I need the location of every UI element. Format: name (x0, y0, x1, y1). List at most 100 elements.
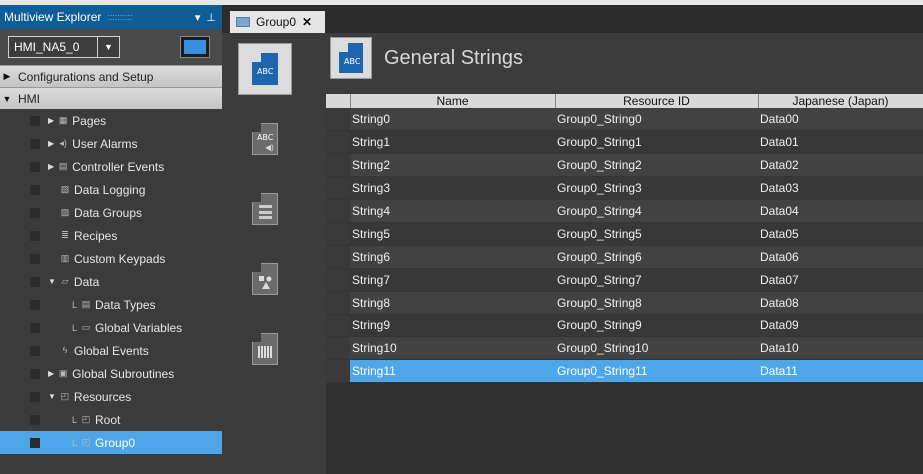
tree-item-global-variables[interactable]: L ▭ Global Variables (0, 316, 222, 339)
tab-group0[interactable]: Group0 ✕ (230, 11, 325, 33)
name-cell[interactable]: String7 (350, 268, 555, 292)
section-hmi[interactable]: ▼ HMI (0, 87, 222, 109)
tree-item-data[interactable]: ▼ ▱ Data (0, 270, 222, 293)
name-cell[interactable]: String2 (350, 153, 555, 178)
row-header[interactable] (326, 268, 350, 292)
resource-id-cell[interactable]: Group0_String2 (555, 153, 758, 178)
resource-id-cell[interactable]: Group0_String11 (555, 359, 758, 384)
tree-item-root[interactable]: L ◰ Root (0, 408, 222, 431)
resource-id-cell[interactable]: Group0_String9 (555, 314, 758, 338)
japanese-cell[interactable]: Data00 (758, 108, 923, 132)
dropdown-arrow-icon[interactable]: ▾ (195, 11, 201, 24)
table-row[interactable]: String7 Group0_String7 Data07 (326, 268, 923, 292)
resource-id-cell[interactable]: Group0_String6 (555, 245, 758, 269)
section-configurations[interactable]: ▶ Configurations and Setup (0, 65, 222, 87)
barcode-resources-button[interactable] (238, 323, 292, 375)
japanese-cell[interactable]: Data06 (758, 245, 923, 269)
table-row[interactable]: String3 Group0_String3 Data03 (326, 176, 923, 201)
table-row[interactable]: String4 Group0_String4 Data04 (326, 199, 923, 223)
name-cell[interactable]: String5 (350, 222, 555, 246)
japanese-cell[interactable]: Data07 (758, 268, 923, 292)
row-header[interactable] (326, 153, 350, 178)
resource-id-cell[interactable]: Group0_String7 (555, 268, 758, 292)
close-icon[interactable]: ✕ (302, 15, 312, 29)
table-corner[interactable] (326, 94, 351, 108)
row-header[interactable] (326, 130, 350, 155)
row-header[interactable] (326, 314, 350, 338)
resource-id-cell[interactable]: Group0_String4 (555, 199, 758, 223)
table-row[interactable]: String1 Group0_String1 Data01 (326, 130, 923, 155)
table-row[interactable]: String9 Group0_String9 Data09 (326, 314, 923, 338)
table-row[interactable]: String0 Group0_String0 Data00 (326, 108, 923, 132)
resource-id-cell[interactable]: Group0_String0 (555, 108, 758, 132)
japanese-cell[interactable]: Data03 (758, 176, 923, 201)
name-cell[interactable]: String1 (350, 130, 555, 155)
japanese-cell[interactable]: Data10 (758, 336, 923, 361)
name-cell[interactable]: String8 (350, 291, 555, 315)
column-header-resource-id[interactable]: Resource ID (555, 94, 759, 108)
table-row[interactable]: String10 Group0_String10 Data10 (326, 336, 923, 361)
resource-id-cell[interactable]: Group0_String10 (555, 336, 758, 361)
tree-item-pages[interactable]: ▶ ▦ Pages (0, 109, 222, 132)
expand-right-icon[interactable]: ▶ (48, 162, 54, 171)
expand-right-icon[interactable]: ▶ (48, 139, 54, 148)
hmi-device-icon[interactable] (180, 36, 210, 58)
japanese-cell[interactable]: Data05 (758, 222, 923, 246)
tree-item-custom-keypads[interactable]: ▥ Custom Keypads (0, 247, 222, 270)
japanese-cell[interactable]: Data01 (758, 130, 923, 155)
audio-strings-button[interactable]: ABC ◀) (238, 113, 292, 165)
pin-icon[interactable]: ⊥ (206, 11, 216, 24)
name-cell[interactable]: String4 (350, 199, 555, 223)
name-cell[interactable]: String10 (350, 336, 555, 361)
japanese-cell[interactable]: Data04 (758, 199, 923, 223)
table-row[interactable]: String2 Group0_String2 Data02 (326, 153, 923, 178)
resource-id-cell[interactable]: Group0_String1 (555, 130, 758, 155)
drag-grip-icon[interactable]: :::::::::: (107, 12, 132, 22)
expand-right-icon[interactable]: ▶ (0, 71, 14, 82)
japanese-cell[interactable]: Data11 (758, 359, 923, 384)
row-header[interactable] (326, 222, 350, 246)
resource-id-cell[interactable]: Group0_String3 (555, 176, 758, 201)
column-header-name[interactable]: Name (350, 94, 556, 108)
tree-item-recipes[interactable]: ≣ Recipes (0, 224, 222, 247)
general-strings-button[interactable]: ABC (238, 43, 292, 95)
chevron-down-icon[interactable]: ▼ (97, 37, 119, 57)
image-resources-button[interactable] (238, 253, 292, 305)
row-header[interactable] (326, 245, 350, 269)
row-header[interactable] (326, 336, 350, 361)
collapse-down-icon[interactable]: ▼ (0, 94, 14, 104)
name-cell[interactable]: String9 (350, 314, 555, 338)
expand-right-icon[interactable]: ▶ (48, 369, 54, 378)
row-header[interactable] (326, 108, 350, 132)
resource-id-cell[interactable]: Group0_String5 (555, 222, 758, 246)
row-header[interactable] (326, 359, 350, 384)
tree-item-data-logging[interactable]: ▧ Data Logging (0, 178, 222, 201)
tree-item-controller-events[interactable]: ▶ ▤ Controller Events (0, 155, 222, 178)
name-cell[interactable]: String11 (350, 359, 555, 384)
collapse-down-icon[interactable]: ▼ (48, 392, 56, 401)
tree-item-global-subroutines[interactable]: ▶ ▣ Global Subroutines (0, 362, 222, 385)
row-header[interactable] (326, 199, 350, 223)
tree-item-data-groups[interactable]: ▨ Data Groups (0, 201, 222, 224)
name-cell[interactable]: String6 (350, 245, 555, 269)
japanese-cell[interactable]: Data08 (758, 291, 923, 315)
tree-item-user-alarms[interactable]: ▶ ◂) User Alarms (0, 132, 222, 155)
resource-id-cell[interactable]: Group0_String8 (555, 291, 758, 315)
name-cell[interactable]: String3 (350, 176, 555, 201)
japanese-cell[interactable]: Data02 (758, 153, 923, 178)
table-row[interactable]: String8 Group0_String8 Data08 (326, 291, 923, 315)
tree-item-global-events[interactable]: ϟ Global Events (0, 339, 222, 362)
row-header[interactable] (326, 176, 350, 201)
collapse-down-icon[interactable]: ▼ (48, 277, 56, 286)
expand-right-icon[interactable]: ▶ (48, 116, 54, 125)
tree-item-group0[interactable]: L ◰ Group0 (0, 431, 222, 454)
table-row[interactable]: String11 Group0_String11 Data11 (326, 359, 923, 384)
row-header[interactable] (326, 291, 350, 315)
table-row[interactable]: String6 Group0_String6 Data06 (326, 245, 923, 269)
device-select[interactable]: HMI_NA5_0 ▼ (8, 36, 120, 58)
tree-item-resources[interactable]: ▼ ◰ Resources (0, 385, 222, 408)
list-resources-button[interactable] (238, 183, 292, 235)
japanese-cell[interactable]: Data09 (758, 314, 923, 338)
table-row[interactable]: String5 Group0_String5 Data05 (326, 222, 923, 246)
column-header-japanese[interactable]: Japanese (Japan) (758, 94, 923, 108)
